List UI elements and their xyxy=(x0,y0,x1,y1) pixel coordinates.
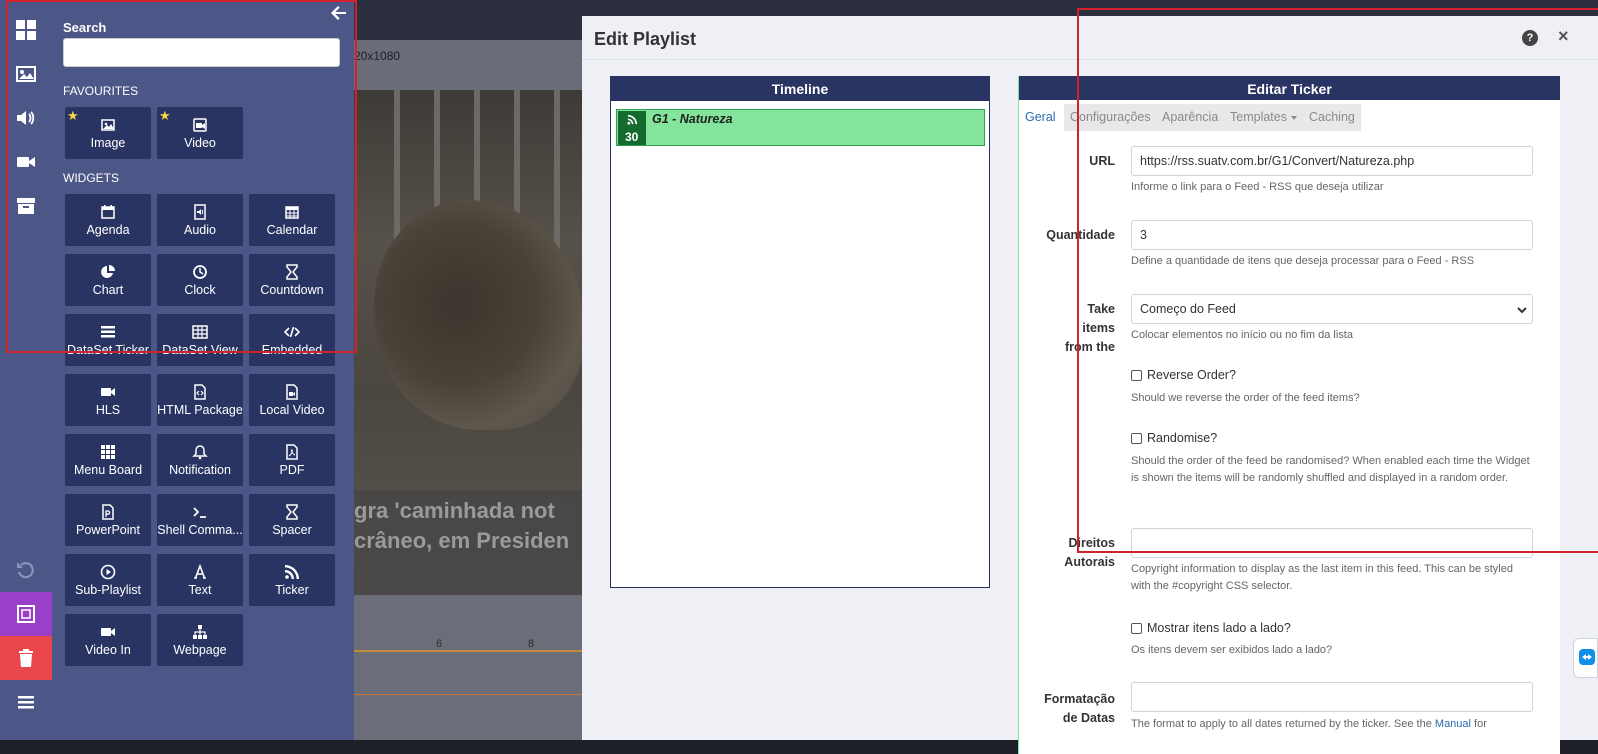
widget-tile-spacer[interactable]: Spacer xyxy=(249,494,335,546)
widget-tile-text[interactable]: Text xyxy=(157,554,243,606)
video-camera-icon xyxy=(100,624,116,640)
widget-tile-powerpoint[interactable]: PowerPoint xyxy=(65,494,151,546)
date-format-input[interactable] xyxy=(1131,682,1533,712)
widget-badge: 30 xyxy=(618,111,646,145)
date-format-label-line: de Datas xyxy=(1062,711,1115,725)
sitemap-icon xyxy=(192,624,208,640)
delete-button[interactable] xyxy=(0,636,52,680)
widget-tile-notification[interactable]: Notification xyxy=(157,434,243,486)
widget-tile-label: PDF xyxy=(279,463,305,477)
widget-tile-local-video[interactable]: Local Video xyxy=(249,374,335,426)
ruler-mark: 6 xyxy=(436,638,443,650)
hamburger-icon xyxy=(18,696,34,709)
widget-tile-label: Spacer xyxy=(272,523,312,537)
side-by-side-checkbox[interactable]: Mostrar itens lado a lado? xyxy=(1131,621,1291,635)
rss-icon xyxy=(284,564,300,580)
remote-support-widget[interactable] xyxy=(1573,638,1598,678)
anteater-image xyxy=(374,200,582,430)
tab-geral[interactable]: Geral xyxy=(1019,104,1062,131)
widget-tile-label: Notification xyxy=(169,463,231,477)
widget-tile-shell-comma[interactable]: Shell Comma... xyxy=(157,494,243,546)
date-format-label: Formatação de Datas xyxy=(1019,690,1115,728)
widget-tile-video-in[interactable]: Video In xyxy=(65,614,151,666)
timeline-track xyxy=(354,667,582,695)
widget-tile-webpage[interactable]: Webpage xyxy=(157,614,243,666)
widget-tile-label: Video In xyxy=(85,643,131,657)
copyright-help: Copyright information to display as the … xyxy=(1131,563,1513,592)
widget-tile-label: HTML Package xyxy=(157,403,243,417)
grid-icon xyxy=(100,444,116,460)
date-format-label-line: Formatação xyxy=(1044,692,1115,706)
undo-button[interactable] xyxy=(0,548,52,592)
widget-tile-menu-board[interactable]: Menu Board xyxy=(65,434,151,486)
annotation-box xyxy=(6,0,357,353)
region-frame-icon xyxy=(17,605,35,623)
region-button[interactable] xyxy=(0,592,52,636)
widget-tile-hls[interactable]: HLS xyxy=(65,374,151,426)
rss-icon xyxy=(627,114,638,125)
layout-resolution: 20x1080 xyxy=(354,49,401,63)
timeline-heading: Timeline xyxy=(611,77,989,101)
timeline-widget-item[interactable]: 30 G1 - Natureza xyxy=(616,109,985,146)
widget-tile-label: Local Video xyxy=(259,403,325,417)
widget-name: G1 - Natureza xyxy=(652,112,733,126)
file-video-icon xyxy=(284,384,300,400)
widget-tile-label: Shell Comma... xyxy=(157,523,243,537)
play-circle-icon xyxy=(100,564,116,580)
undo-icon xyxy=(17,562,34,579)
hourglass-icon xyxy=(284,504,300,520)
layout-timeline: 6 8 xyxy=(354,595,582,740)
ticker-line-2: crâneo, em Presiden xyxy=(354,528,570,553)
date-format-help-text: for xyxy=(1474,718,1487,730)
ruler-mark: 8 xyxy=(528,638,535,650)
file-pdf-icon xyxy=(284,444,300,460)
file-code-icon xyxy=(192,384,208,400)
editor-topbar xyxy=(354,0,582,40)
copyright-label-line: Autorais xyxy=(1064,555,1115,569)
widget-tile-label: Ticker xyxy=(275,583,309,597)
widget-tile-html-package[interactable]: HTML Package xyxy=(157,374,243,426)
file-powerpoint-icon xyxy=(100,504,116,520)
widget-tile-label: Sub-Playlist xyxy=(75,583,141,597)
playlist-timeline: Timeline 30 G1 - Natureza xyxy=(610,76,990,588)
manual-link[interactable]: Manual xyxy=(1435,718,1471,730)
date-format-help: The format to apply to all dates returne… xyxy=(1131,716,1531,733)
widget-tile-label: Text xyxy=(188,583,212,597)
checkbox-box[interactable] xyxy=(1131,622,1142,634)
widget-tile-sub-playlist[interactable]: Sub-Playlist xyxy=(65,554,151,606)
trash-icon xyxy=(19,649,33,667)
terminal-icon xyxy=(192,504,208,520)
bell-icon xyxy=(192,444,208,460)
annotation-box xyxy=(1077,8,1598,553)
widget-tile-pdf[interactable]: PDF xyxy=(249,434,335,486)
video-camera-icon xyxy=(100,384,116,400)
timeline-ruler: 6 8 xyxy=(354,630,582,652)
widget-tile-label: Webpage xyxy=(173,643,227,657)
widget-tile-label: HLS xyxy=(95,403,121,417)
modal-title: Edit Playlist xyxy=(594,29,697,49)
teamviewer-icon xyxy=(1579,649,1595,665)
widget-tile-ticker[interactable]: Ticker xyxy=(249,554,335,606)
menu-button[interactable] xyxy=(0,680,52,724)
widget-tile-label: Menu Board xyxy=(73,463,143,477)
layout-preview: gra 'caminhada not crâneo, em Presiden xyxy=(354,90,582,595)
layout-toolbar: 20x1080 xyxy=(354,40,582,90)
ticker-line-1: gra 'caminhada not xyxy=(354,498,555,523)
side-by-side-label: Mostrar itens lado a lado? xyxy=(1147,621,1291,635)
font-icon xyxy=(192,563,208,580)
date-format-help-text: The format to apply to all dates returne… xyxy=(1131,718,1432,730)
widget-tile-label: PowerPoint xyxy=(76,523,140,537)
widget-duration: 30 xyxy=(625,130,639,144)
side-by-side-help: Os itens devem ser exibidos lado a lado? xyxy=(1131,644,1333,656)
